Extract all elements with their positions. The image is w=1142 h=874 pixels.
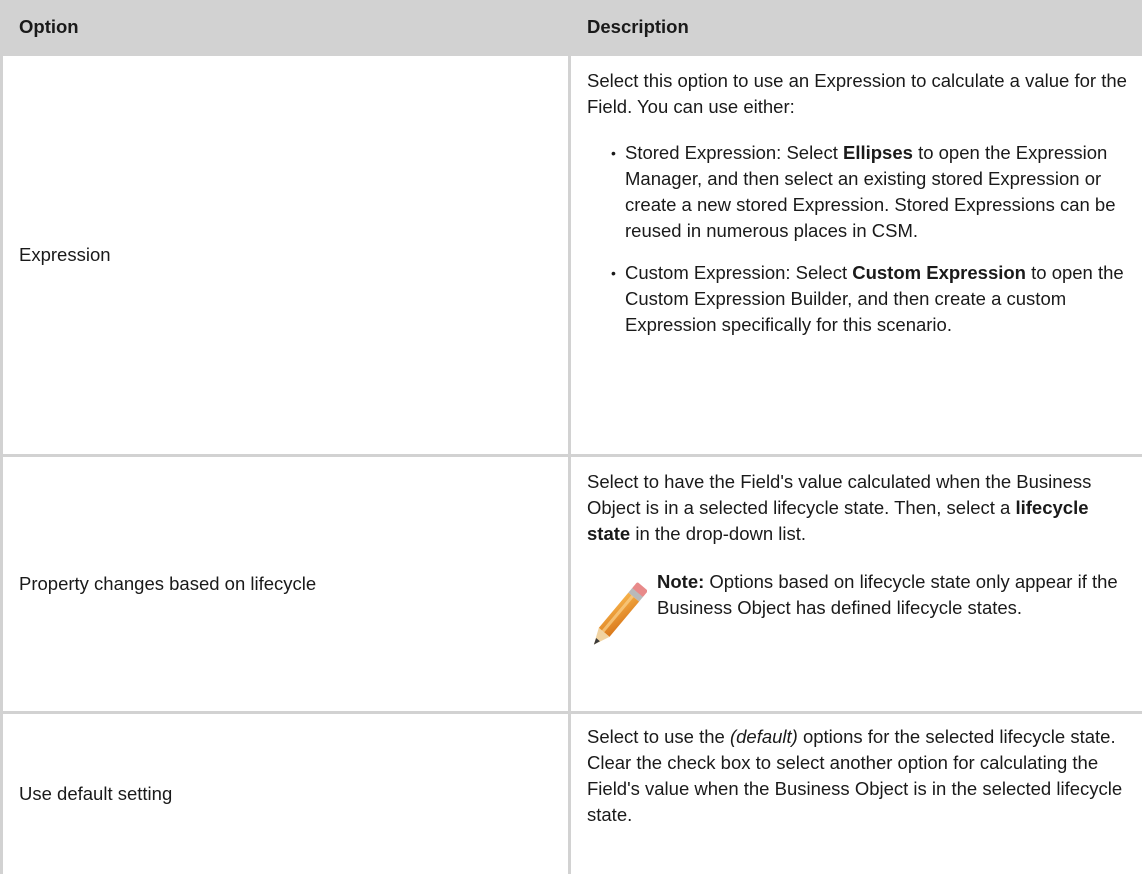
table-row: Expression Select this option to use an … <box>2 55 1142 456</box>
table-row: Use default setting Select to use the (d… <box>2 713 1142 874</box>
list-item: Custom Expression: Select Custom Express… <box>611 260 1134 338</box>
option-cell: Property changes based on lifecycle <box>2 456 570 713</box>
bullet-list: Stored Expression: Select Ellipses to op… <box>587 140 1134 338</box>
options-table: Option Description Expression Select thi… <box>0 0 1142 874</box>
intro-rest: in the drop-down list. <box>630 523 806 544</box>
bullet-bold: Ellipses <box>843 142 913 163</box>
pencil-icon <box>587 575 647 659</box>
description-intro: Select this option to use an Expression … <box>587 68 1134 120</box>
table-header-row: Option Description <box>2 0 1142 55</box>
option-cell: Use default setting <box>2 713 570 874</box>
bullet-bold: Custom Expression <box>852 262 1026 283</box>
description-cell: Select this option to use an Expression … <box>570 55 1142 456</box>
note-box: Note: Options based on lifecycle state o… <box>587 569 1134 659</box>
note-body: Options based on lifecycle state only ap… <box>657 571 1118 618</box>
table-row: Property changes based on lifecycle Sele… <box>2 456 1142 713</box>
description-cell: Select to have the Field's value calcula… <box>570 456 1142 713</box>
description-intro: Select to have the Field's value calcula… <box>587 469 1134 547</box>
note-text: Note: Options based on lifecycle state o… <box>657 569 1134 621</box>
description-text: Select to use the (default) options for … <box>587 724 1134 828</box>
header-description: Description <box>570 0 1142 55</box>
header-option: Option <box>2 0 570 55</box>
bullet-lead: Stored Expression: Select <box>625 142 843 163</box>
description-cell: Select to use the (default) options for … <box>570 713 1142 874</box>
desc-italic: (default) <box>730 726 798 747</box>
option-cell: Expression <box>2 55 570 456</box>
note-label: Note: <box>657 571 704 592</box>
bullet-lead: Custom Expression: Select <box>625 262 852 283</box>
list-item: Stored Expression: Select Ellipses to op… <box>611 140 1134 244</box>
desc-lead: Select to use the <box>587 726 730 747</box>
